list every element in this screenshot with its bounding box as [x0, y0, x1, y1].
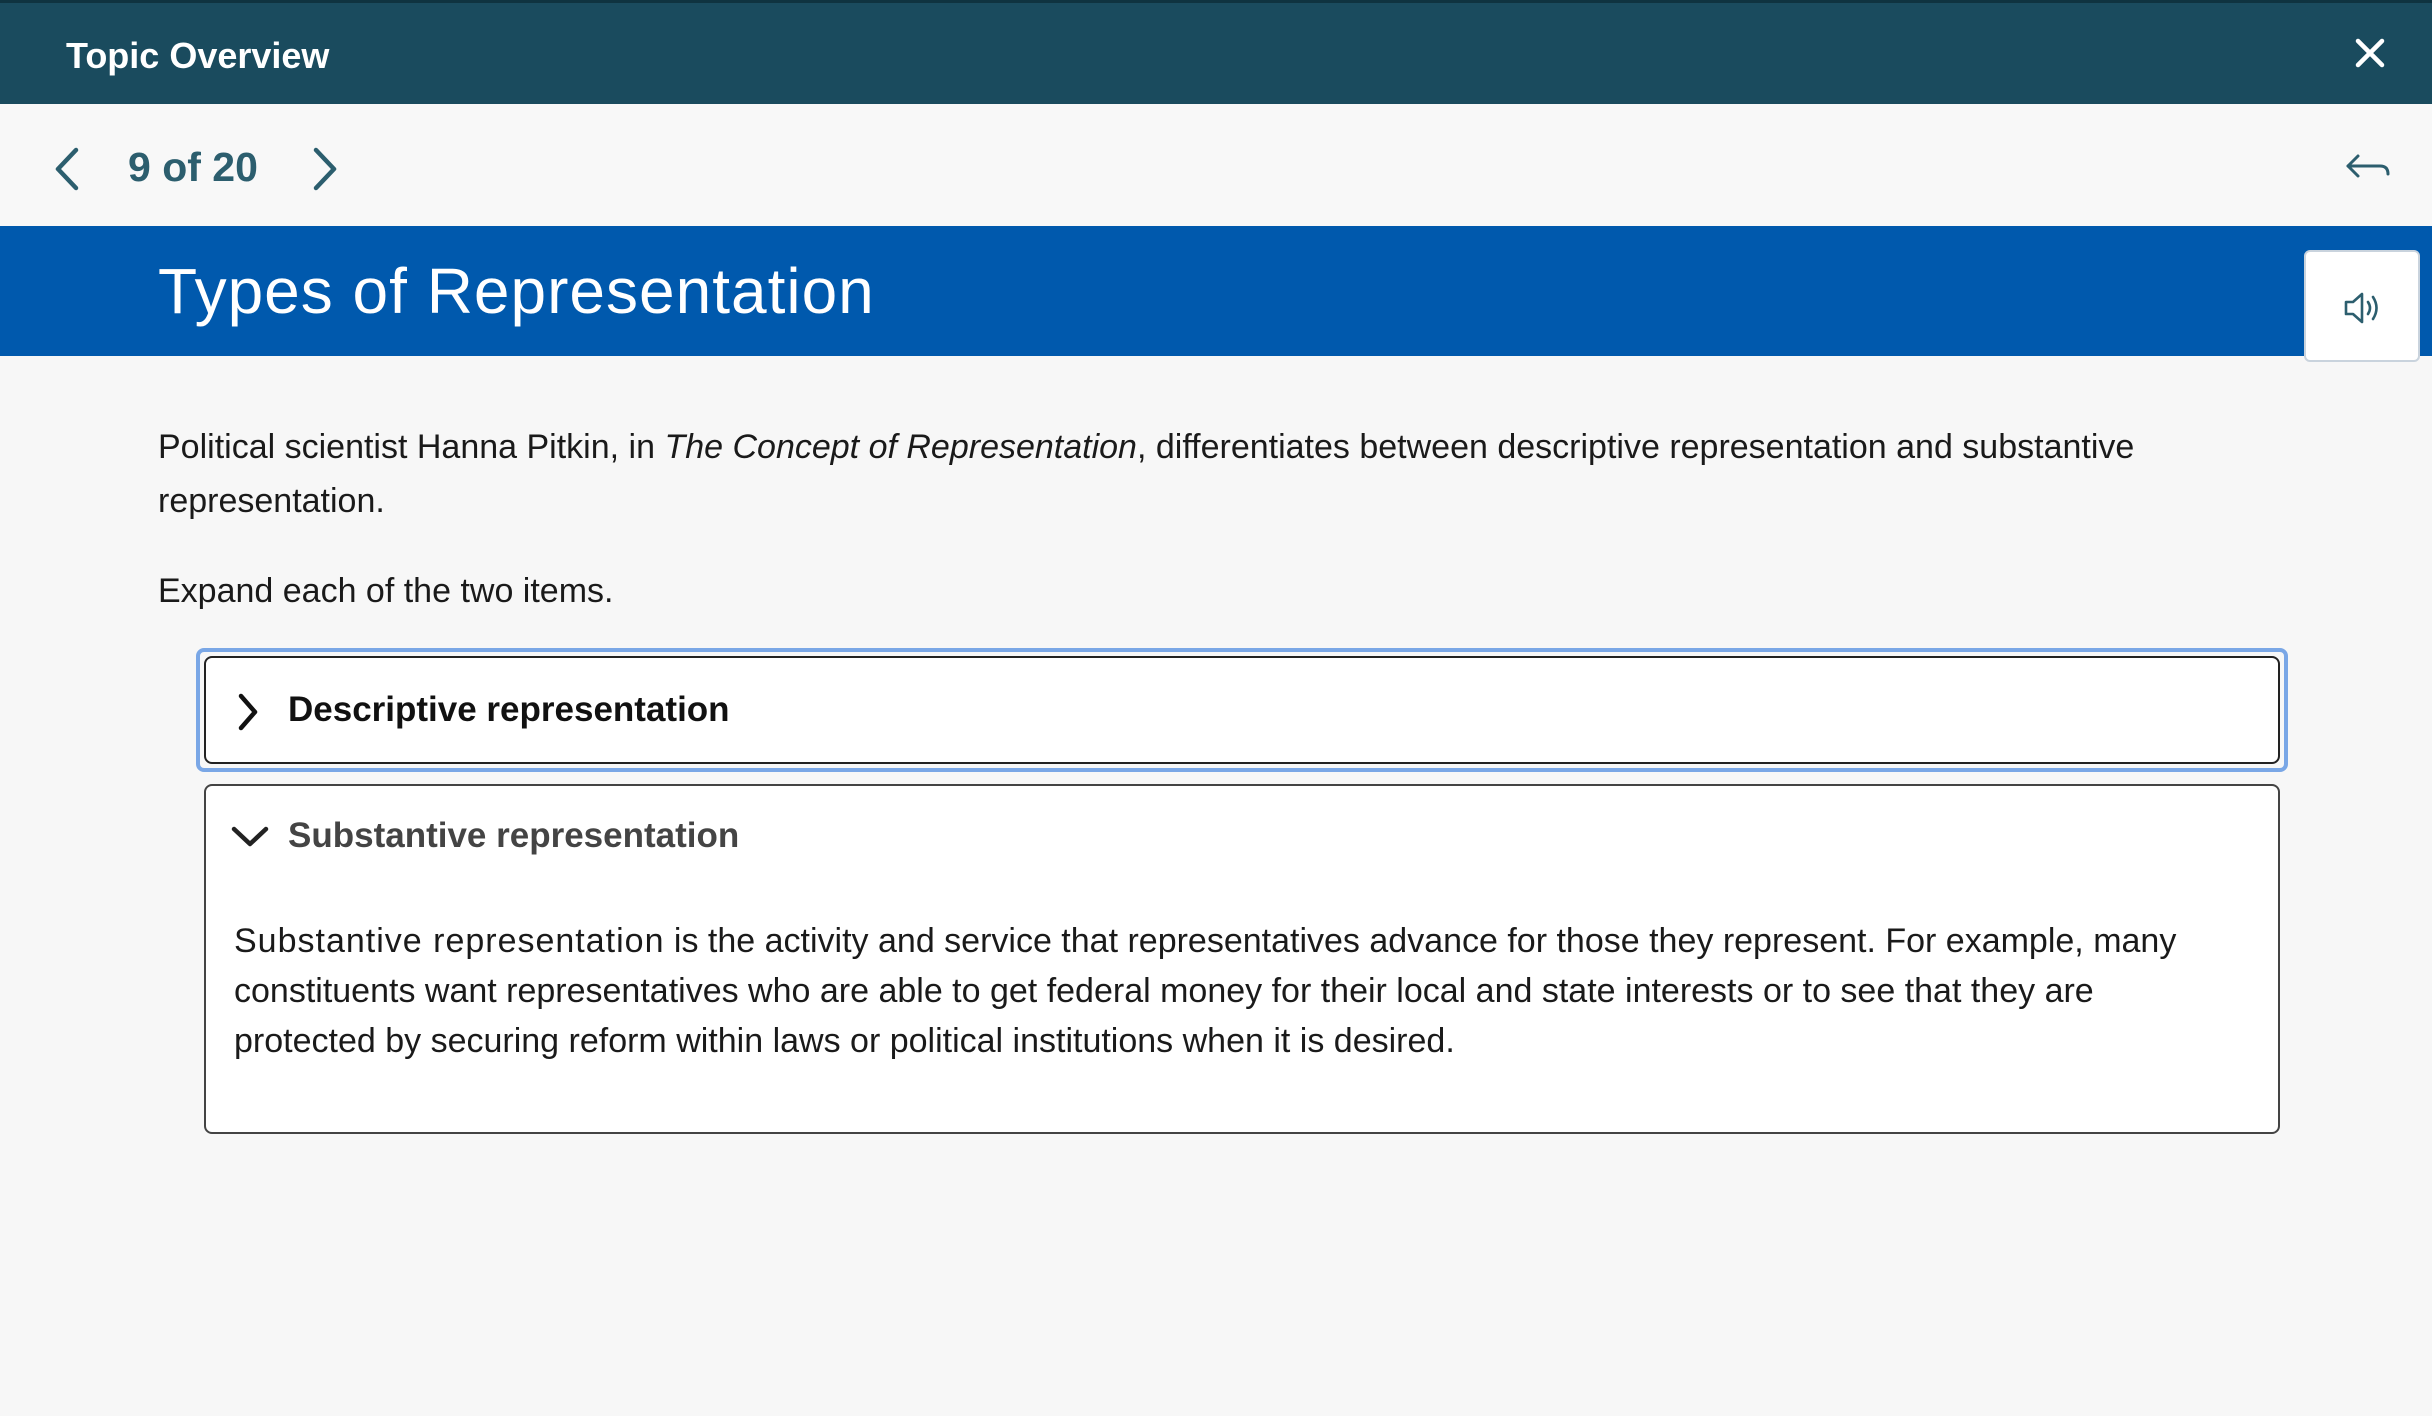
panel-title: Topic Overview	[66, 35, 330, 76]
chevron-right-icon[interactable]	[306, 144, 342, 194]
chevron-left-icon[interactable]	[50, 144, 86, 194]
accordion-body: Substantive representation is the activi…	[234, 916, 2244, 1066]
accordion-label: Descriptive representation	[288, 690, 730, 729]
chevron-right-icon	[236, 692, 260, 737]
title-banner: Types of Representation	[0, 226, 2432, 356]
return-arrow-icon[interactable]	[2344, 148, 2394, 188]
accordion-item-descriptive[interactable]: Descriptive representation	[204, 656, 2280, 764]
chevron-down-icon	[230, 824, 270, 853]
content-area: Political scientist Hanna Pitkin, in The…	[158, 420, 2298, 618]
page-title: Types of Representation	[158, 255, 875, 327]
speaker-icon	[2344, 292, 2378, 324]
top-bar: Topic Overview	[0, 0, 2432, 104]
close-icon[interactable]	[2350, 33, 2390, 73]
accordion-header[interactable]: Substantive representation	[206, 786, 2278, 886]
book-title: The Concept of Representation	[664, 428, 1137, 466]
intro-text-before: Political scientist Hanna Pitkin, in	[158, 428, 665, 466]
intro-paragraph: Political scientist Hanna Pitkin, in The…	[158, 420, 2298, 528]
defined-term: Substantive representation	[234, 922, 665, 960]
audio-button[interactable]	[2304, 250, 2420, 362]
navigation-bar: 9 of 20	[0, 104, 2432, 226]
accordion-item-substantive: Substantive representation Substantive r…	[204, 784, 2280, 1134]
instruction-text: Expand each of the two items.	[158, 572, 614, 610]
accordion-label: Substantive representation	[288, 816, 740, 855]
page-counter: 9 of 20	[128, 144, 258, 190]
